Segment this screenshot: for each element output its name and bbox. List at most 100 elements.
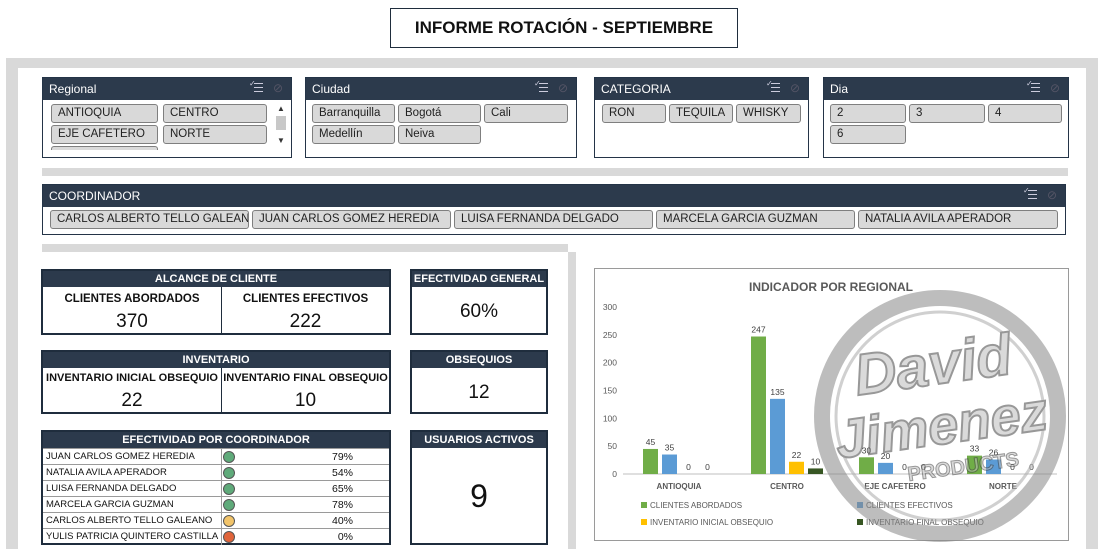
table-row: JUAN CARLOS GOMEZ HEREDIA 79% bbox=[43, 448, 389, 465]
clear-filter-icon[interactable]: ⊘ bbox=[271, 81, 285, 95]
slicer-item-coordinador[interactable]: JUAN CARLOS GOMEZ HEREDIA bbox=[252, 210, 451, 229]
cell-divider bbox=[221, 449, 222, 465]
data-label: 20 bbox=[881, 451, 891, 461]
y-tick-label: 300 bbox=[603, 302, 617, 312]
slicer-item-antioquia[interactable]: ANTIOQUIA bbox=[51, 104, 158, 123]
slicer-item-coordinador[interactable]: LUISA FERNANDA DELGADO bbox=[454, 210, 653, 229]
legend-swatch bbox=[857, 502, 863, 508]
card-header: INVENTARIO bbox=[43, 352, 389, 368]
separator-band bbox=[42, 244, 568, 252]
card-header: EFECTIVIDAD POR COORDINADOR bbox=[43, 432, 389, 448]
legend-label: INVENTARIO INICIAL OBSEQUIO bbox=[650, 518, 773, 527]
kpi-label: INVENTARIO FINAL OBSEQUIO bbox=[223, 372, 388, 384]
coordinator-percent: 78% bbox=[331, 499, 353, 511]
kpi-value: 22 bbox=[121, 390, 143, 411]
table-row: MARCELA GARCIA GUZMAN 78% bbox=[43, 496, 389, 513]
slicer-item-cali[interactable]: Cali bbox=[484, 104, 568, 123]
status-indicator-icon bbox=[223, 499, 235, 511]
slicer-item-2[interactable]: 2 bbox=[830, 104, 906, 123]
card-header: OBSEQUIOS ENTREGADOS bbox=[412, 352, 546, 382]
slicer-item-whisky[interactable]: WHISKY bbox=[736, 104, 801, 123]
page-title: INFORME ROTACIÓN - SEPTIEMBRE bbox=[390, 8, 738, 48]
data-label: 10 bbox=[811, 456, 821, 466]
coordinator-percent: 0% bbox=[337, 531, 353, 543]
y-tick-label: 0 bbox=[612, 469, 617, 479]
data-label: 33 bbox=[970, 444, 980, 454]
x-tick-label: NORTE bbox=[989, 482, 1018, 491]
kpi-label: INVENTARIO INICIAL OBSEQUIO bbox=[46, 372, 218, 384]
scroll-down-icon[interactable]: ▼ bbox=[275, 136, 287, 146]
slicer-item-neiva[interactable]: Neiva bbox=[398, 125, 481, 144]
data-label: 0 bbox=[902, 462, 907, 472]
coordinator-name: CARLOS ALBERTO TELLO GALEANO bbox=[46, 515, 213, 526]
status-indicator-icon bbox=[223, 515, 235, 527]
cell-divider bbox=[221, 513, 222, 529]
cell-divider bbox=[221, 497, 222, 513]
y-tick-label: 150 bbox=[603, 386, 617, 396]
slicer-item-coordinador[interactable]: CARLOS ALBERTO TELLO GALEANO bbox=[50, 210, 249, 229]
slicer-item-bogota[interactable]: Bogotá bbox=[398, 104, 481, 123]
slicer-item-barranquilla[interactable]: Barranquilla bbox=[312, 104, 395, 123]
data-label: 0 bbox=[1029, 462, 1034, 472]
card-header: ALCANCE DE CLIENTE bbox=[43, 271, 389, 287]
slicer-scrollbar[interactable]: ▲ ▼ bbox=[275, 104, 287, 150]
scroll-thumb[interactable] bbox=[276, 116, 286, 130]
table-row: YULIS PATRICIA QUINTERO CASTILLA 0% bbox=[43, 528, 389, 545]
slicer-item-eje-cafetero[interactable]: EJE CAFETERO bbox=[51, 125, 158, 144]
kpi-value: 10 bbox=[294, 390, 317, 411]
status-indicator-icon bbox=[223, 451, 235, 463]
clear-filter-icon[interactable]: ⊘ bbox=[1048, 81, 1062, 95]
status-indicator-icon bbox=[223, 531, 235, 543]
multi-select-icon[interactable] bbox=[1023, 186, 1037, 202]
clear-filter-icon[interactable]: ⊘ bbox=[788, 81, 802, 95]
multi-select-icon[interactable] bbox=[249, 79, 263, 95]
data-label: 35 bbox=[665, 443, 675, 453]
slicer-item-norte[interactable]: NORTE bbox=[163, 125, 267, 144]
data-label: 0 bbox=[921, 462, 926, 472]
legend-swatch bbox=[641, 502, 647, 508]
slicer-item-coordinador[interactable]: NATALIA AVILA APERADOR bbox=[858, 210, 1058, 229]
y-tick-label: 50 bbox=[608, 441, 618, 451]
legend-swatch bbox=[857, 519, 863, 525]
legend-label: INVENTARIO FINAL OBSEQUIO bbox=[866, 518, 984, 527]
bar bbox=[789, 461, 804, 474]
table-row: CARLOS ALBERTO TELLO GALEANO 40% bbox=[43, 512, 389, 529]
data-label: 45 bbox=[646, 437, 656, 447]
cell-divider bbox=[221, 465, 222, 481]
table-row: LUISA FERNANDA DELGADO 65% bbox=[43, 480, 389, 497]
slicer-item-6[interactable]: 6 bbox=[830, 125, 906, 144]
slicer-item-3[interactable]: 3 bbox=[909, 104, 985, 123]
card-obsequios: OBSEQUIOS ENTREGADOS 12 bbox=[410, 350, 548, 414]
chart-indicador-regional: INDICADOR POR REGIONAL 0 50 100 150 200 250 30… bbox=[594, 268, 1069, 541]
multi-select-icon[interactable] bbox=[534, 79, 548, 95]
chart-title: INDICADOR POR REGIONAL bbox=[749, 280, 913, 294]
table-row: NATALIA AVILA APERADOR 54% bbox=[43, 464, 389, 481]
legend-label: CLIENTES EFECTIVOS bbox=[866, 501, 953, 510]
bar bbox=[662, 454, 677, 474]
kpi-value: 370 bbox=[116, 311, 148, 332]
clear-filter-icon[interactable]: ⊘ bbox=[1045, 188, 1059, 202]
card-efectividad-coordinador: EFECTIVIDAD POR COORDINADOR JUAN CARLOS … bbox=[41, 430, 391, 545]
slicer-ciudad-title: Ciudad bbox=[312, 82, 351, 96]
data-label: 247 bbox=[751, 325, 765, 335]
slicer-categoria: CATEGORIA ⊘ RON TEQUILA WHISKY bbox=[594, 77, 809, 158]
coordinator-percent: 65% bbox=[331, 483, 353, 495]
multi-select-icon[interactable] bbox=[1026, 79, 1040, 95]
slicer-item-4[interactable]: 4 bbox=[988, 104, 1062, 123]
card-header: USUARIOS ACTIVOS bbox=[412, 432, 546, 448]
slicer-item-coordinador[interactable]: MARCELA GARCIA GUZMAN bbox=[656, 210, 855, 229]
card-usuarios-activos: USUARIOS ACTIVOS 9 bbox=[410, 430, 548, 545]
x-tick-label: EJE CAFETERO bbox=[864, 482, 925, 491]
scroll-up-icon[interactable]: ▲ bbox=[275, 104, 287, 114]
slicer-item-centro[interactable]: CENTRO bbox=[163, 104, 267, 123]
slicer-item-medellin[interactable]: Medellín bbox=[312, 125, 395, 144]
slicer-dia-title: Dia bbox=[830, 82, 849, 96]
multi-select-icon[interactable] bbox=[766, 79, 780, 95]
data-label: 135 bbox=[770, 387, 784, 397]
slicer-item-tequila[interactable]: TEQUILA bbox=[669, 104, 733, 123]
slicer-categoria-title: CATEGORIA bbox=[601, 82, 671, 96]
slicer-item-ron[interactable]: RON bbox=[602, 104, 666, 123]
clear-filter-icon[interactable]: ⊘ bbox=[556, 81, 570, 95]
coordinator-name: NATALIA AVILA APERADOR bbox=[46, 467, 167, 478]
separator-band bbox=[42, 168, 1068, 176]
